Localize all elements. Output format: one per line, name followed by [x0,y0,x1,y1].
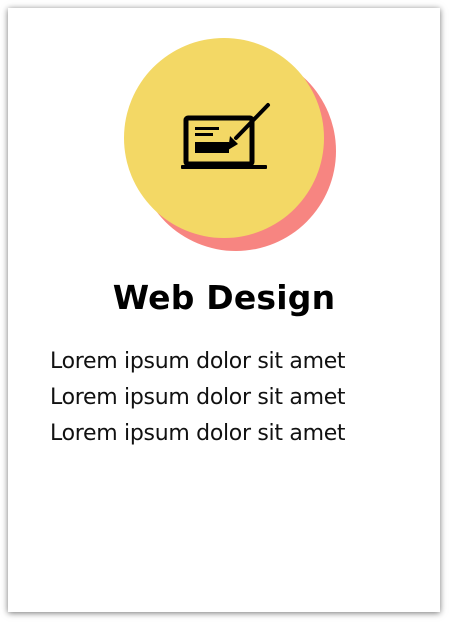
card-title: Web Design [112,278,336,317]
description-line: Lorem ipsum dolor sit amet [50,385,346,410]
description-line: Lorem ipsum dolor sit amet [50,349,346,374]
service-card: Web Design Lorem ipsum dolor sit amet Lo… [8,8,440,612]
web-design-laptop-pen-icon [181,103,270,169]
description-line: Lorem ipsum dolor sit amet [50,421,346,446]
circle-badge [124,38,324,238]
icon-badge [124,38,336,252]
card-description: Lorem ipsum dolor sit amet Lorem ipsum d… [50,344,430,452]
